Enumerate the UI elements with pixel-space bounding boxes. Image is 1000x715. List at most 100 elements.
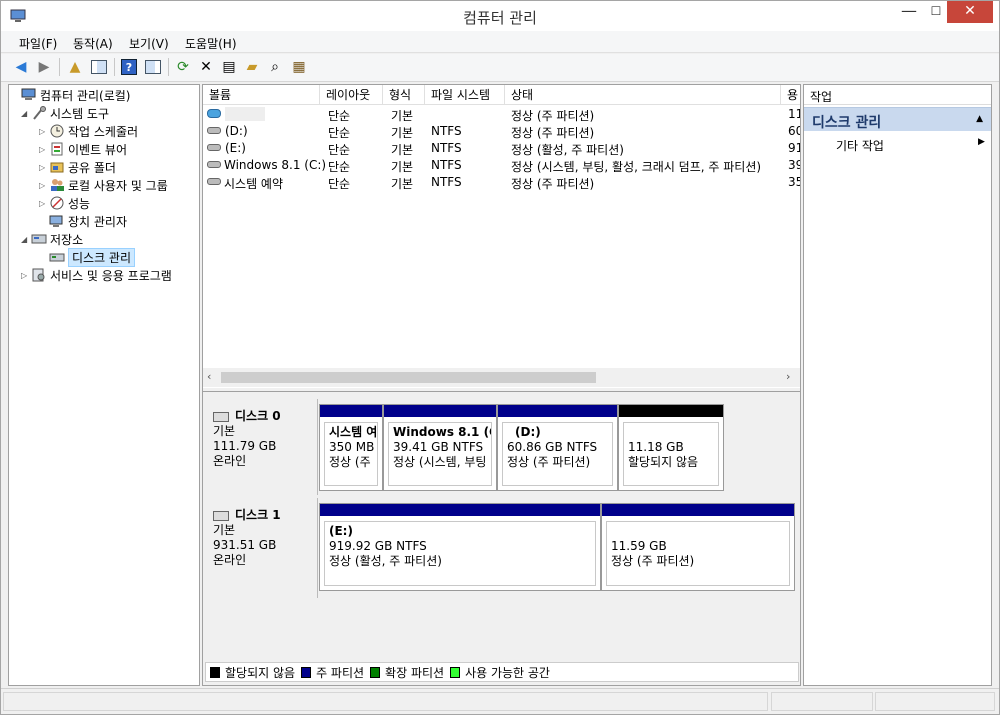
menu-view[interactable]: 보기(V)	[129, 35, 169, 52]
properties-icon[interactable]: ▤	[219, 57, 239, 77]
disk-name: 디스크 1	[235, 508, 281, 522]
volume-fs: NTFS	[431, 124, 462, 138]
tree-shared-folders[interactable]: ▷ 공유 폴더	[39, 158, 116, 176]
tree-device-manager[interactable]: 장치 관리자	[39, 212, 127, 230]
disk-0-label[interactable]: 디스크 0 기본 111.79 GB 온라인	[205, 399, 318, 495]
volume-name: (E:)	[225, 141, 246, 155]
column-status[interactable]: 상태	[505, 85, 781, 105]
status-segment-main	[3, 692, 768, 711]
volume-layout: 단순	[328, 177, 351, 191]
tree-services-apps[interactable]: ▷ 서비스 및 응용 프로그램	[21, 266, 172, 284]
up-folder-icon[interactable]: ▲	[65, 57, 85, 77]
column-capacity[interactable]: 용	[781, 85, 800, 105]
volume-name: Windows 8.1 (C:)	[224, 158, 327, 172]
menu-file[interactable]: 파일(F)	[19, 35, 57, 52]
partition-status: 정상 (시스템, 부팅	[393, 455, 487, 469]
expand-icon: ▷	[21, 270, 28, 280]
tree-task-scheduler[interactable]: ▷ 작업 스케줄러	[39, 122, 138, 140]
partition-status: 할당되지 않음	[628, 455, 699, 469]
column-volume[interactable]: 볼륨	[203, 85, 320, 105]
show-hide-action-icon[interactable]	[143, 57, 163, 77]
tree-performance[interactable]: ▷ 성능	[39, 194, 90, 212]
partition-unallocated[interactable]: 11.18 GB 할당되지 않음	[618, 404, 724, 491]
partition-e[interactable]: (E:) 919.92 GB NTFS 정상 (활성, 주 파티션)	[319, 503, 601, 591]
search-icon[interactable]: ⌕	[265, 57, 285, 77]
actions-section-disk-management[interactable]: 디스크 관리 ▲	[804, 107, 991, 131]
help-icon[interactable]: ?	[119, 57, 139, 77]
drive-icon	[207, 161, 221, 168]
volume-status: 정상 (활성, 주 파티션)	[511, 143, 624, 157]
collapse-icon: ◢	[21, 108, 28, 118]
drive-icon	[207, 144, 221, 151]
partition-d[interactable]: (D:) 60.86 GB NTFS 정상 (주 파티션)	[497, 404, 618, 491]
volume-type: 기본	[391, 143, 414, 157]
scroll-thumb[interactable]	[221, 372, 596, 383]
column-layout[interactable]: 레이아웃	[320, 85, 383, 105]
menu-action[interactable]: 동작(A)	[73, 35, 113, 52]
back-arrow-icon[interactable]: ◀	[11, 57, 31, 77]
partition-size: 39.41 GB NTFS	[393, 440, 484, 454]
volume-row[interactable]: 시스템 예약 단순 기본 NTFS 정상 (주 파티션) 35	[203, 174, 800, 191]
tree-system-tools[interactable]: ◢ 시스템 도구	[21, 104, 109, 122]
partition-title: Windows 8.1 (C:)	[393, 425, 491, 439]
tree-event-viewer[interactable]: ▷ 이벤트 뷰어	[39, 140, 127, 158]
close-button[interactable]: ✕	[947, 1, 993, 23]
open-folder-icon[interactable]: ▰	[242, 57, 262, 77]
tree-storage[interactable]: ◢ 저장소	[21, 230, 83, 248]
tree-disk-management[interactable]: 디스크 관리	[39, 247, 136, 267]
clock-icon	[49, 124, 65, 138]
expand-icon: ▷	[39, 144, 46, 154]
partition-hidden[interactable]: 11.59 GB 정상 (주 파티션)	[601, 503, 795, 591]
minimize-button[interactable]: —	[895, 1, 923, 23]
partition-windows-c[interactable]: Windows 8.1 (C:) 39.41 GB NTFS 정상 (시스템, …	[383, 404, 497, 491]
tools-icon	[31, 106, 47, 120]
legend-free-space: 사용 가능한 공간	[450, 664, 550, 681]
menu-help[interactable]: 도움말(H)	[185, 35, 237, 52]
scroll-left-icon[interactable]: ‹	[207, 370, 211, 383]
volume-layout: 단순	[328, 109, 351, 123]
partition-status: 정상 (주	[329, 455, 371, 469]
settings-icon[interactable]: ▦	[289, 57, 309, 77]
column-filesystem[interactable]: 파일 시스템	[425, 85, 505, 105]
legend-primary: 주 파티션	[301, 664, 364, 681]
volume-row[interactable]: 단순 기본 정상 (주 파티션) 11	[203, 106, 800, 123]
volume-row[interactable]: (D:) 단순 기본 NTFS 정상 (주 파티션) 60	[203, 123, 800, 140]
toolbar: ◀ ▶ ▲ ? ⟳ ✕ ▤ ▰ ⌕ ▦	[1, 54, 999, 82]
volume-capacity: 60	[788, 124, 800, 138]
volume-row[interactable]: Windows 8.1 (C:) 단순 기본 NTFS 정상 (시스템, 부팅,…	[203, 157, 800, 174]
disk-icon	[213, 510, 229, 521]
volume-status: 정상 (주 파티션)	[511, 109, 595, 123]
volume-name: (D:)	[225, 124, 248, 138]
shared-folder-icon	[49, 160, 65, 174]
partition-size: 11.59 GB	[611, 539, 667, 553]
forward-arrow-icon[interactable]: ▶	[34, 57, 54, 77]
refresh-icon[interactable]: ⟳	[173, 57, 193, 77]
tree-local-users[interactable]: ▷ 로컬 사용자 및 그룹	[39, 176, 168, 194]
storage-icon	[31, 232, 47, 246]
partition-system-reserved[interactable]: 시스템 여 350 MB 정상 (주	[319, 404, 383, 491]
collapse-up-icon[interactable]: ▲	[976, 114, 983, 124]
column-type[interactable]: 형식	[383, 85, 425, 105]
expand-icon: ▷	[39, 126, 46, 136]
volume-name: 시스템 예약	[224, 177, 284, 191]
scroll-right-icon[interactable]: ›	[786, 370, 790, 383]
menu-bar: 파일(F) 동작(A) 보기(V) 도움말(H)	[1, 31, 999, 53]
volume-row[interactable]: (E:) 단순 기본 NTFS 정상 (활성, 주 파티션) 91	[203, 140, 800, 157]
show-hide-tree-icon[interactable]	[89, 57, 109, 77]
delete-icon[interactable]: ✕	[196, 57, 216, 77]
more-actions-item[interactable]: 기타 작업 ▶	[836, 137, 985, 154]
volume-capacity: 35	[788, 175, 800, 189]
maximize-button[interactable]: ☐	[922, 1, 950, 23]
actions-pane: 작업 디스크 관리 ▲ 기타 작업 ▶	[803, 84, 992, 686]
volume-capacity: 39	[788, 158, 800, 172]
partition-title: (D:)	[515, 425, 541, 439]
volume-type: 기본	[391, 109, 414, 123]
volume-status: 정상 (주 파티션)	[511, 177, 595, 191]
expand-icon: ▷	[39, 198, 46, 208]
legend-unallocated: 할당되지 않음	[210, 664, 295, 681]
disk-1-label[interactable]: 디스크 1 기본 931.51 GB 온라인	[205, 498, 318, 598]
horizontal-scrollbar[interactable]: ‹ ›	[203, 368, 800, 387]
volume-fs: NTFS	[431, 158, 462, 172]
tree-root[interactable]: 컴퓨터 관리(로컬)	[11, 86, 130, 104]
drive-icon	[207, 178, 221, 185]
